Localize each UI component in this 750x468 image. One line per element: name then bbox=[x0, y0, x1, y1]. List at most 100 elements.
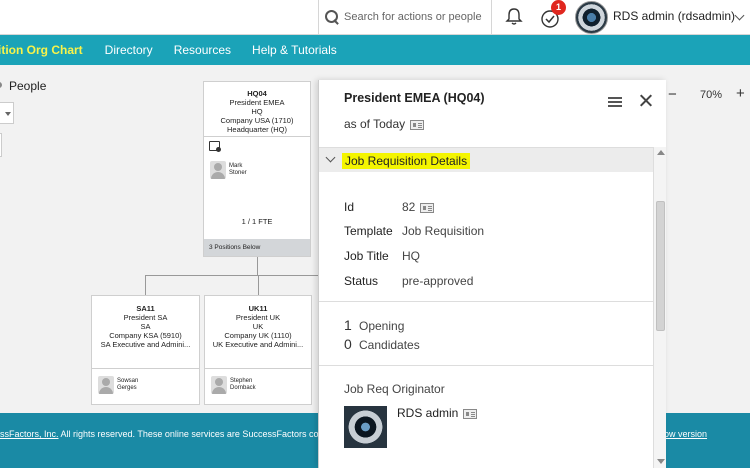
position-company: Company USA (1710) bbox=[220, 116, 294, 125]
menu-icon[interactable] bbox=[608, 97, 622, 99]
position-department: SA bbox=[140, 322, 151, 331]
incumbent[interactable]: Stephen Dornback bbox=[211, 376, 256, 394]
originator-name-text[interactable]: RDS admin bbox=[397, 406, 458, 420]
bell-icon[interactable] bbox=[504, 7, 524, 27]
position-title: President UK bbox=[235, 313, 281, 322]
position-code: UK11 bbox=[248, 304, 268, 313]
divider bbox=[319, 365, 655, 366]
position-department: UK bbox=[252, 322, 264, 331]
person-placeholder-icon bbox=[211, 376, 227, 394]
position-title: President SA bbox=[123, 313, 168, 322]
job-requisition-icon[interactable] bbox=[209, 141, 221, 152]
positions-below-button[interactable]: 3 Positions Below bbox=[204, 239, 310, 256]
position-company: Company UK (1110) bbox=[224, 331, 292, 340]
user-menu-name[interactable]: RDS admin (rdsadmin) bbox=[613, 9, 735, 23]
scroll-up-arrow[interactable] bbox=[657, 150, 665, 155]
connector-line bbox=[145, 275, 318, 276]
position-card-sa11[interactable]: SA11 President SA SA Company KSA (5910) … bbox=[91, 295, 200, 405]
zoom-level: 70% bbox=[700, 89, 723, 101]
card-icon[interactable] bbox=[410, 119, 425, 130]
position-department: HQ bbox=[251, 107, 263, 116]
field-label-template: Template bbox=[344, 224, 393, 238]
zoom-out-button[interactable]: − bbox=[668, 86, 677, 103]
view-select[interactable] bbox=[0, 102, 14, 124]
person-placeholder-icon bbox=[98, 376, 114, 394]
position-code: HQ04 bbox=[247, 89, 267, 98]
field-label-id: Id bbox=[344, 200, 355, 214]
people-label: People bbox=[9, 79, 47, 93]
fte-count: 1 / 1 FTE bbox=[241, 217, 273, 226]
person-last-name: Gerges bbox=[117, 385, 137, 391]
search-icon bbox=[324, 9, 340, 25]
panel-title: President EMEA (HQ04) bbox=[344, 91, 485, 105]
connector-line bbox=[258, 275, 259, 295]
card-icon[interactable] bbox=[463, 408, 478, 419]
footer-version-link[interactable]: ow version bbox=[664, 429, 707, 439]
scroll-down-arrow[interactable] bbox=[657, 459, 665, 464]
card-divider bbox=[205, 368, 311, 369]
footer-text: ssFactors, Inc. All rights reserved. The… bbox=[0, 429, 318, 439]
nav-item-help-tutorials[interactable]: Help & Tutorials bbox=[252, 43, 337, 57]
top-header: Search for actions or people 1 RDS admin… bbox=[0, 0, 750, 35]
person-first-name: Mark bbox=[229, 163, 243, 169]
position-card-hq04[interactable]: HQ04 President EMEA HQ Company USA (1710… bbox=[203, 81, 311, 257]
incumbent[interactable]: Sowsan Gerges bbox=[98, 376, 138, 394]
field-value-template: Job Requisition bbox=[402, 224, 485, 238]
candidates-count: 0 bbox=[344, 336, 352, 352]
field-label-job-title: Job Title bbox=[344, 249, 389, 263]
connector-line bbox=[257, 257, 258, 275]
nav-item-position-org-chart[interactable]: ition Org Chart bbox=[0, 43, 83, 57]
avatar[interactable] bbox=[575, 1, 608, 34]
position-company: Company KSA (5910) bbox=[109, 331, 182, 340]
panel-scrollbar[interactable] bbox=[653, 147, 666, 468]
footer-company-link[interactable]: ssFactors, Inc. bbox=[0, 429, 59, 439]
nav-bar: ition Org Chart Directory Resources Help… bbox=[0, 35, 750, 65]
nav-item-directory[interactable]: Directory bbox=[105, 43, 153, 57]
search-box[interactable]: Search for actions or people bbox=[318, 0, 492, 34]
person-first-name: Stephen bbox=[230, 378, 253, 384]
person-last-name: Dornback bbox=[230, 385, 256, 391]
footer-copyright: All rights reserved. These online servic… bbox=[58, 429, 319, 439]
originator-label: Job Req Originator bbox=[344, 382, 445, 396]
position-code: SA11 bbox=[136, 304, 155, 313]
nav-item-resources[interactable]: Resources bbox=[174, 43, 231, 57]
close-icon[interactable] bbox=[639, 94, 653, 108]
connector-line bbox=[145, 275, 146, 295]
zoom-in-button[interactable]: + bbox=[736, 85, 745, 102]
position-location: Headquarter (HQ) bbox=[226, 125, 288, 134]
openings-count: 1 bbox=[344, 317, 352, 333]
field-value-status: pre-approved bbox=[402, 274, 474, 288]
position-location: UK Executive and Admini... bbox=[212, 340, 304, 349]
chevron-down-icon[interactable] bbox=[325, 152, 336, 163]
person-placeholder-icon bbox=[210, 161, 226, 179]
originator-name: RDS admin bbox=[397, 406, 478, 420]
card-icon[interactable] bbox=[420, 202, 435, 213]
card-divider bbox=[204, 136, 310, 137]
section-title: Job Requisition Details bbox=[342, 153, 471, 169]
position-title: President EMEA bbox=[229, 98, 285, 107]
originator-avatar[interactable] bbox=[344, 406, 387, 448]
position-card-uk11[interactable]: UK11 President UK UK Company UK (1110) U… bbox=[204, 295, 312, 405]
field-value-id: 82 bbox=[402, 200, 435, 214]
person-last-name: Stoner bbox=[229, 170, 247, 176]
as-of-label: as of Today bbox=[344, 117, 406, 131]
requisition-id: 82 bbox=[402, 200, 416, 214]
card-divider bbox=[92, 368, 199, 369]
field-label-status: Status bbox=[344, 274, 379, 288]
chevron-down-icon[interactable] bbox=[734, 10, 745, 21]
people-radio[interactable] bbox=[0, 82, 2, 88]
notification-badge: 1 bbox=[551, 0, 566, 15]
candidates-label: Candidates bbox=[359, 338, 420, 352]
position-location: SA Executive and Admini... bbox=[100, 340, 191, 349]
person-first-name: Sowsan bbox=[117, 378, 139, 384]
field-value-job-title: HQ bbox=[402, 249, 420, 263]
side-control[interactable] bbox=[0, 133, 2, 157]
section-header-job-requisition[interactable]: Job Requisition Details bbox=[319, 147, 655, 172]
position-detail-panel: President EMEA (HQ04) as of Today Job Re… bbox=[318, 80, 666, 468]
search-input[interactable]: Search for actions or people bbox=[344, 11, 482, 23]
openings-label: Opening bbox=[359, 319, 405, 333]
incumbent[interactable]: Mark Stoner bbox=[210, 161, 247, 179]
as-of-date: as of Today bbox=[344, 117, 425, 131]
divider bbox=[319, 301, 655, 302]
scroll-thumb[interactable] bbox=[656, 201, 665, 331]
